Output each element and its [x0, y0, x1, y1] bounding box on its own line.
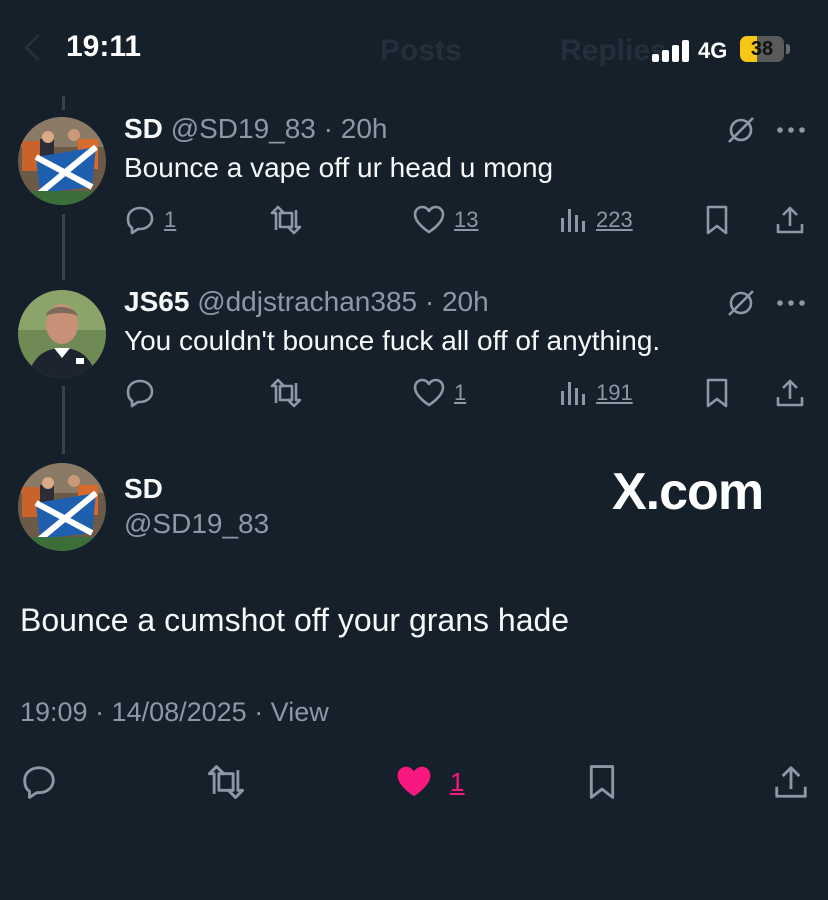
like-count: 1 — [454, 380, 467, 405]
retweet-icon — [270, 378, 302, 408]
like-button[interactable]: 13 — [412, 204, 478, 236]
retweet-button[interactable] — [268, 377, 304, 409]
author-handle[interactable]: @ddjstrachan385 — [197, 286, 417, 317]
meta-separator: · — [424, 286, 435, 317]
like-button[interactable]: 1 — [412, 377, 466, 409]
reply-button[interactable]: 1 — [124, 204, 176, 236]
author-name[interactable]: SD — [124, 473, 163, 505]
heart-icon — [397, 766, 431, 797]
share-icon[interactable] — [774, 204, 806, 241]
author-name[interactable]: JS65 — [124, 286, 189, 317]
post-timestamp[interactable]: 19:09 · 14/08/2025 · View — [20, 697, 329, 728]
reply-button[interactable] — [124, 377, 164, 409]
tweet-text: You couldn't bounce fuck all off of anyt… — [124, 325, 661, 356]
reply-count: 1 — [164, 207, 177, 232]
share-icon[interactable] — [772, 763, 810, 806]
post-text: Bounce a cumshot off your grans hade — [20, 602, 570, 638]
views-button[interactable]: 191 — [558, 377, 633, 409]
watermark: X.com — [612, 463, 764, 521]
status-time: 19:11 — [66, 30, 142, 63]
views-count: 223 — [596, 207, 633, 232]
battery-icon: 38 — [740, 36, 790, 62]
avatar[interactable] — [18, 463, 106, 551]
tweet-text: Bounce a vape off ur head u mong — [124, 152, 554, 183]
author-handle[interactable]: @SD19_83 — [124, 508, 269, 540]
avatar[interactable] — [18, 290, 106, 378]
views-button[interactable]: 223 — [558, 204, 633, 236]
tweet-age[interactable]: 20h — [442, 286, 489, 317]
status-bar: Posts Replies 19:11 4G 38 — [0, 0, 828, 100]
signal-icon — [652, 40, 692, 62]
back-arrow-icon — [24, 34, 51, 61]
bookmark-icon[interactable] — [704, 204, 730, 241]
tweet-header: SD @SD19_83 · 20h — [124, 113, 387, 145]
avatar[interactable] — [18, 117, 106, 205]
retweet-icon — [270, 205, 302, 235]
network-type: 4G — [698, 38, 728, 63]
retweet-icon[interactable] — [204, 763, 248, 806]
thread-line — [62, 96, 65, 110]
like-count: 13 — [454, 207, 479, 232]
tweet-header: JS65 @ddjstrachan385 · 20h — [124, 286, 489, 318]
comment-icon — [126, 379, 154, 408]
author-name[interactable]: SD — [124, 113, 163, 144]
bookmark-icon[interactable] — [704, 377, 730, 414]
comment-icon[interactable] — [20, 763, 58, 806]
retweet-button[interactable] — [268, 204, 304, 236]
bookmark-icon[interactable] — [586, 763, 618, 806]
views-count: 191 — [596, 380, 633, 405]
like-count: 1 — [450, 766, 465, 797]
heart-icon — [413, 205, 445, 234]
share-icon[interactable] — [774, 377, 806, 414]
thread-line — [62, 214, 65, 280]
like-button[interactable]: 1 — [394, 763, 464, 801]
tab-replies: Replies — [560, 34, 667, 67]
more-icon[interactable] — [776, 291, 806, 320]
author-handle[interactable]: @SD19_83 — [171, 113, 316, 144]
more-icon[interactable] — [776, 118, 806, 147]
grok-icon[interactable] — [726, 115, 756, 150]
tab-posts: Posts — [380, 34, 462, 67]
heart-icon — [413, 378, 445, 407]
battery-level: 38 — [750, 38, 774, 60]
views-icon — [561, 209, 585, 232]
views-icon — [561, 382, 585, 405]
thread-line — [62, 386, 65, 454]
grok-icon[interactable] — [726, 288, 756, 323]
meta-separator: · — [323, 113, 333, 144]
comment-icon — [126, 206, 154, 235]
tweet-age[interactable]: 20h — [341, 113, 388, 144]
